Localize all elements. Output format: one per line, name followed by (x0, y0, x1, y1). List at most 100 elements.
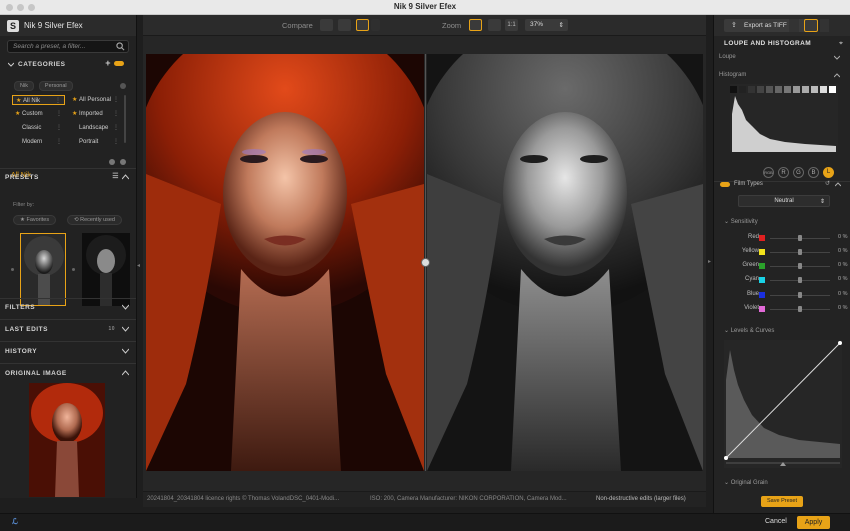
category-label: All Nik (23, 98, 41, 104)
divider (0, 319, 136, 320)
add-preset-icon[interactable] (109, 159, 115, 165)
kebab-icon[interactable]: ⋮ (56, 109, 62, 119)
sensitivity-label-cyan: Cyan (744, 276, 759, 282)
zoom-fit-button[interactable] (469, 19, 482, 31)
before-image[interactable] (146, 54, 424, 471)
filters-header[interactable]: FILTERS (0, 300, 136, 314)
channel-r-button[interactable]: R (778, 167, 789, 178)
before-image-picture (146, 54, 424, 471)
film-type-select[interactable]: Neutral ⇕ (738, 195, 830, 207)
histogram-label: Histogram (719, 72, 747, 78)
category-portrait[interactable]: Portrait ⋮ (69, 137, 122, 147)
compare-split-button[interactable] (338, 19, 351, 31)
preset-thumbnail[interactable] (82, 233, 130, 306)
channel-l-button[interactable]: L (823, 167, 834, 178)
category-landscape[interactable]: Landscape ⋮ (69, 123, 122, 133)
tag-personal[interactable]: Personal (38, 81, 73, 91)
presets-header[interactable]: PRESETS ☰ (0, 170, 136, 184)
kebab-icon[interactable]: ⋮ (56, 137, 62, 147)
channel-g-button[interactable]: G (793, 167, 804, 178)
last-edits-title: LAST EDITS (5, 325, 48, 333)
category-all-nik[interactable]: ★ All Nik ⋮ (12, 95, 65, 105)
slider-knob[interactable] (798, 235, 802, 241)
kebab-icon[interactable]: ⋮ (55, 96, 61, 106)
add-category-icon[interactable]: + (105, 58, 111, 68)
category-label: Landscape (79, 125, 109, 131)
category-custom[interactable]: ★ Custom ⋮ (12, 109, 65, 119)
curve-white-point[interactable] (838, 341, 842, 345)
chevron-up-icon[interactable] (835, 182, 841, 187)
favorites-filter[interactable]: ★ Favorites (13, 215, 57, 225)
kebab-icon[interactable]: ⋮ (113, 123, 119, 133)
slider-knob[interactable] (798, 263, 802, 269)
thumb-next-dot[interactable] (72, 268, 75, 271)
pin-icon[interactable]: ⌖ (839, 40, 843, 48)
preset-thumbnail[interactable] (20, 233, 66, 306)
category-all-personal[interactable]: ★ All Personal ⋮ (69, 95, 122, 105)
kebab-icon[interactable]: ⋮ (113, 109, 119, 119)
slider-knob[interactable] (798, 277, 802, 283)
apply-button[interactable]: Apply (797, 516, 830, 529)
color-swatch (759, 235, 765, 241)
kebab-icon[interactable]: ⋮ (113, 137, 119, 147)
compare-single-button[interactable] (320, 19, 333, 31)
original-image-header[interactable]: ORIGINAL IMAGE (0, 366, 136, 380)
kebab-icon[interactable]: ⋮ (56, 123, 62, 133)
compare-side-by-side-button[interactable] (356, 19, 369, 31)
zoom-fill-button[interactable] (488, 19, 501, 31)
kebab-icon[interactable]: ⋮ (113, 95, 119, 105)
slider-knob[interactable] (798, 292, 802, 298)
star-icon: ★ (16, 98, 22, 104)
category-imported[interactable]: ★ Imported ⋮ (69, 109, 122, 119)
export-dropdown[interactable] (789, 19, 799, 32)
category-classic[interactable]: Classic ⋮ (12, 123, 65, 133)
categories-toggle[interactable] (114, 61, 124, 66)
category-tags: Nik Personal (14, 81, 73, 91)
compare-dropdown-button[interactable] (371, 19, 380, 31)
save-preset-button[interactable]: Save Preset (761, 496, 803, 507)
channel-b-button[interactable]: B (808, 167, 819, 178)
slider-knob[interactable] (798, 249, 802, 255)
chevron-down-icon (122, 326, 129, 332)
remove-preset-icon[interactable] (120, 159, 126, 165)
zoom-label: Zoom (442, 21, 462, 30)
after-image[interactable] (427, 54, 703, 471)
collapse-left-icon[interactable]: ◂ (137, 262, 140, 269)
recently-used-filter[interactable]: ⟲ Recently used (67, 215, 122, 225)
search-input[interactable]: Search a preset, a filter... (7, 40, 129, 53)
categories-header[interactable]: CATEGORIES + (0, 57, 136, 71)
image-canvas[interactable] (143, 36, 706, 491)
settings-dropdown[interactable] (820, 19, 829, 32)
tags-menu-icon[interactable] (120, 83, 126, 89)
last-edits-header[interactable]: LAST EDITS 10 (0, 322, 136, 336)
search-icon[interactable] (116, 42, 125, 51)
title-bar: Nik 9 Silver Efex (0, 0, 850, 15)
sensitivity-row-blue: Blue 0 % (714, 289, 850, 301)
category-modern[interactable]: Modern ⋮ (12, 137, 65, 147)
right-panel: ⇪ Export as TIFF LOUPE AND HISTOGRAM ⌖ L… (713, 15, 850, 513)
thumb-prev-dot[interactable] (11, 268, 14, 271)
levels-curves-chart[interactable] (724, 340, 842, 468)
chevron-up-icon[interactable] (122, 174, 129, 180)
chevron-up-icon[interactable] (834, 73, 840, 78)
chevron-down-icon[interactable] (834, 55, 840, 60)
film-type-value: Neutral (774, 198, 794, 204)
zoom-one-to-one-button[interactable]: 1:1 (505, 19, 518, 31)
cancel-button[interactable]: Cancel (765, 518, 787, 525)
app-header: S Nik 9 Silver Efex (0, 15, 136, 36)
collapse-right-icon[interactable]: ▸ (708, 258, 711, 265)
reset-icon[interactable]: ↺ (825, 180, 830, 187)
split-handle[interactable] (421, 258, 430, 267)
zoom-select[interactable]: 37% ⇕ (525, 19, 568, 31)
history-header[interactable]: HISTORY (0, 344, 136, 358)
channel-rgb-button[interactable]: RGB (763, 167, 774, 178)
categories-scrollbar[interactable] (124, 95, 126, 143)
curve-black-point[interactable] (724, 456, 728, 460)
sensitivity-row-cyan: Cyan 0 % (714, 274, 850, 286)
tag-nik[interactable]: Nik (14, 81, 34, 91)
slider-knob[interactable] (798, 306, 802, 312)
category-label: Classic (22, 125, 42, 131)
film-types-toggle[interactable] (720, 182, 730, 187)
list-view-icon[interactable]: ☰ (112, 172, 119, 180)
settings-button[interactable] (804, 19, 818, 32)
